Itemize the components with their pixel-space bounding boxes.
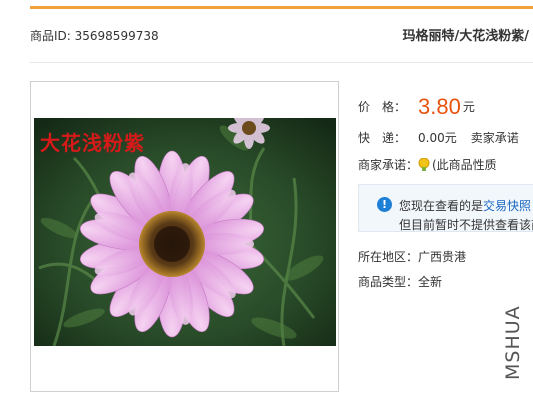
- snapshot-link[interactable]: 交易快照: [483, 199, 531, 213]
- price-row: 价 格： 3.80 元: [358, 94, 475, 120]
- shipping-row: 快 递： 0.00元 卖家承诺: [358, 129, 519, 146]
- watermark-text: MSHUA: [502, 305, 524, 380]
- promise-label: 商家承诺：: [358, 158, 419, 172]
- shipping-value: 0.00元: [418, 131, 457, 145]
- promise-text: (此商品性质: [432, 158, 497, 172]
- product-id: 商品ID: 35698599738: [30, 29, 159, 43]
- watermark-graphic: MSHUA: [502, 305, 524, 380]
- price-unit: 元: [462, 100, 475, 114]
- product-image-frame: 大花浅粉紫: [30, 81, 339, 392]
- region-value: 广西贵港: [418, 250, 467, 264]
- watermark: MSHUA: [500, 278, 524, 382]
- notice-line-2: 但目前暂时不提供查看该商: [399, 218, 533, 232]
- price-label: 价 格：: [358, 100, 407, 114]
- promise-row: 商家承诺： (此商品性质: [358, 156, 497, 173]
- photo-caption: 大花浅粉紫: [40, 131, 145, 155]
- type-value: 全新: [418, 275, 443, 289]
- info-icon: !: [377, 197, 392, 212]
- title-divider: [30, 62, 533, 63]
- top-accent-bar: [30, 6, 533, 9]
- promise-badge-icon[interactable]: [418, 157, 430, 172]
- region-row: 所在地区：广西贵港: [358, 248, 466, 265]
- shipping-label: 快 递：: [358, 131, 407, 145]
- notice-prefix: 您现在查看的是: [399, 199, 484, 213]
- price-value: 3.80: [418, 94, 461, 119]
- promise-value: (此商品性质: [418, 156, 497, 173]
- shipping-extra: 卖家承诺: [470, 131, 519, 145]
- product-title: 玛格丽特/大花浅粉紫/: [402, 29, 530, 44]
- product-photo[interactable]: 大花浅粉紫: [34, 118, 336, 346]
- region-label: 所在地区：: [358, 250, 419, 264]
- notice-line-1: 您现在查看的是交易快照: [399, 197, 531, 214]
- snapshot-notice: ! 您现在查看的是交易快照 但目前暂时不提供查看该商: [358, 184, 533, 232]
- type-row: 商品类型：全新: [358, 273, 442, 290]
- type-label: 商品类型：: [358, 275, 419, 289]
